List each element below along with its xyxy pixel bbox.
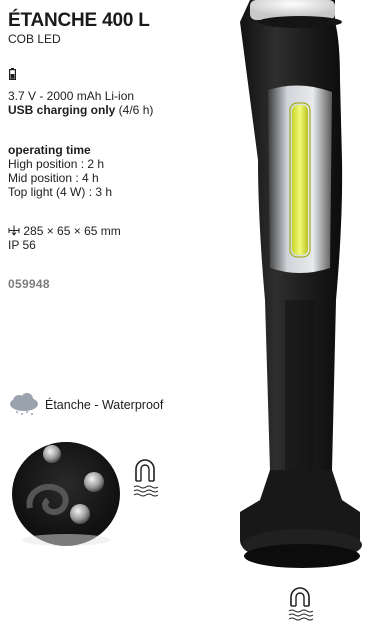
product-sku: 059948 xyxy=(8,277,50,291)
operating-time-heading: operating time xyxy=(8,143,91,157)
product-subtitle: COB LED xyxy=(8,32,61,46)
dimension-icon xyxy=(8,225,20,236)
operating-top: Top light (4 W) : 3 h xyxy=(8,185,113,199)
charging-bold-text: USB charging only xyxy=(8,103,116,117)
dimensions-text: 285 × 65 × 65 mm xyxy=(23,224,121,238)
ip-rating: IP 56 xyxy=(8,238,36,252)
magnet-icon xyxy=(288,587,314,621)
battery-spec: 3.7 V - 2000 mAh Li-ion xyxy=(8,89,135,103)
waterproof-label: Étanche - Waterproof xyxy=(45,398,164,412)
charging-time-text: (4/6 h) xyxy=(115,103,154,117)
magnet-icon xyxy=(133,459,159,497)
rain-cloud-icon xyxy=(10,393,38,415)
dimensions-line: 285 × 65 × 65 mm xyxy=(8,224,121,238)
torch-photo xyxy=(240,0,362,568)
product-title: ÉTANCHE 400 L xyxy=(8,10,150,31)
battery-icon xyxy=(9,68,16,80)
operating-high: High position : 2 h xyxy=(8,157,105,171)
magnetic-base-photo xyxy=(12,442,120,546)
charging-spec: USB charging only (4/6 h) xyxy=(8,103,153,117)
operating-mid: Mid position : 4 h xyxy=(8,171,99,185)
